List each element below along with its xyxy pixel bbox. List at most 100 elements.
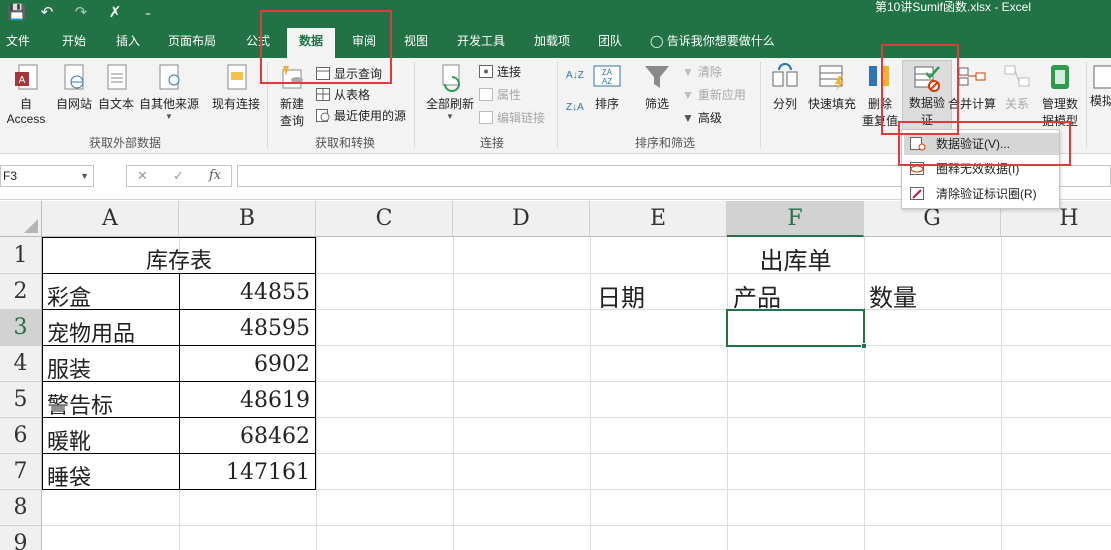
inventory-qty-cell[interactable]: 6902 (180, 352, 315, 377)
undo-icon[interactable]: ↶ (36, 0, 58, 28)
connections-button[interactable]: 连接 (479, 62, 521, 82)
active-cell-f3[interactable] (726, 309, 867, 349)
tab-page-layout[interactable]: 页面布局 (161, 28, 223, 58)
enter-icon[interactable]: ✓ (173, 166, 184, 186)
inventory-name-cell[interactable]: 彩盒 (47, 280, 91, 312)
inventory-title-cell[interactable]: 库存表 (42, 243, 316, 275)
redo-icon[interactable]: ↷ (70, 0, 92, 28)
menu-item-data-validation[interactable]: 数据验证(V)... (904, 133, 1059, 155)
column-header-b[interactable]: B (179, 201, 316, 237)
relationships-button[interactable]: 关系 (1000, 62, 1034, 112)
cancel-icon[interactable]: ✕ (137, 166, 148, 186)
row-header-7[interactable]: 7 (0, 454, 42, 490)
column-header-f[interactable]: F (727, 201, 864, 237)
name-box[interactable]: F3 ▼ (0, 165, 94, 187)
text-to-columns-button[interactable]: 分列 (768, 62, 802, 112)
tab-addins[interactable]: 加载项 (528, 28, 576, 58)
sort-ascending-icon[interactable]: A↓Z (566, 66, 584, 86)
row-header-1[interactable]: 1 (0, 237, 42, 274)
data-validation-button[interactable]: 数据验 证 (902, 60, 952, 132)
tab-team[interactable]: 团队 (592, 28, 628, 58)
tab-data[interactable]: 数据 (287, 28, 335, 58)
table-border (42, 237, 316, 238)
column-header-e[interactable]: E (590, 201, 727, 237)
existing-connections-button[interactable]: 现有连接 (210, 62, 262, 112)
menu-item-circle-invalid-data[interactable]: 圈释无效数据(I) (904, 158, 1059, 180)
properties-button[interactable]: 属性 (479, 85, 521, 105)
row-header-9[interactable]: 9 (0, 526, 42, 550)
row-header-2[interactable]: 2 (0, 274, 42, 310)
column-header-a[interactable]: A (42, 201, 179, 237)
from-access-button[interactable]: A 自 Access (0, 62, 52, 126)
outbound-title-cell[interactable]: 出库单 (727, 241, 864, 276)
inventory-name-cell[interactable]: 宠物用品 (47, 316, 135, 348)
refresh-all-button[interactable]: 全部刷新 ▼ (424, 62, 476, 121)
clear-filter-label: 清除 (697, 65, 722, 79)
access-icon: A (15, 64, 38, 90)
row-header-4[interactable]: 4 (0, 346, 42, 382)
column-header-c[interactable]: C (316, 201, 453, 237)
inventory-qty-cell[interactable]: 68462 (180, 424, 315, 449)
remove-duplicates-button[interactable]: 删除 重复值 (860, 62, 900, 129)
custom-command-icon[interactable]: ✗ (104, 0, 126, 28)
tab-developer[interactable]: 开发工具 (450, 28, 512, 58)
text-to-columns-label: 分列 (772, 97, 797, 111)
tab-insert[interactable]: 插入 (108, 28, 148, 58)
tab-file[interactable]: 文件 (0, 28, 36, 58)
clear-filter-button[interactable]: ▼ 清除 (682, 62, 722, 82)
tab-formulas[interactable]: 公式 (238, 28, 278, 58)
show-queries-button[interactable]: 显示查询 (316, 64, 382, 84)
edit-links-button[interactable]: 编辑链接 (479, 108, 545, 128)
chevron-down-icon[interactable]: ▼ (80, 166, 89, 186)
menu-item-clear-validation-circles[interactable]: 清除验证标识圈(R) (904, 183, 1059, 205)
recent-sources-button[interactable]: 最近使用的源 (316, 106, 406, 126)
fill-handle[interactable] (861, 343, 867, 349)
insert-function-icon[interactable]: fx (209, 166, 221, 186)
reapply-label: 重新应用 (697, 88, 746, 102)
outbound-header-quantity[interactable]: 数量 (869, 278, 917, 313)
tab-review[interactable]: 审阅 (344, 28, 384, 58)
inventory-qty-cell[interactable]: 48619 (180, 388, 315, 413)
advanced-filter-button[interactable]: ▼ 高级 (682, 108, 722, 128)
inventory-name-cell[interactable]: 暖靴 (47, 424, 91, 456)
inventory-name-cell[interactable]: 服装 (47, 352, 91, 384)
tab-view[interactable]: 视图 (396, 28, 436, 58)
column-header-d[interactable]: D (453, 201, 590, 237)
tell-me-search[interactable]: ◯ 告诉我你想要做什么 (650, 28, 790, 58)
outbound-header-date[interactable]: 日期 (597, 278, 645, 313)
select-all-button[interactable] (0, 201, 42, 237)
inventory-qty-cell[interactable]: 44855 (180, 280, 315, 305)
new-query-button[interactable]: 新建 查询 (272, 62, 312, 129)
inventory-name-cell[interactable]: 睡袋 (47, 460, 91, 492)
row-header-5[interactable]: 5 (0, 382, 42, 418)
advanced-filter-icon: ▼ (682, 111, 694, 125)
text-to-columns-icon (772, 63, 798, 87)
circle-invalid-icon (910, 162, 924, 175)
tab-home[interactable]: 开始 (54, 28, 94, 58)
inventory-qty-cell[interactable]: 147161 (180, 460, 315, 485)
consolidate-button[interactable]: 合并计算 (946, 62, 998, 112)
manage-data-model-label-2: 据模型 (1041, 114, 1078, 128)
from-text-button[interactable]: 自文本 (96, 62, 136, 112)
what-if-analysis-button[interactable]: 模拟 (1090, 62, 1111, 109)
sort-button[interactable]: ZA AZ 排序 (590, 62, 624, 112)
reapply-button[interactable]: ▼ 重新应用 (682, 85, 746, 105)
new-query-label-1: 新建 (279, 97, 304, 111)
from-other-sources-button[interactable]: 自其他来源 ▼ (137, 62, 201, 121)
gridline (864, 237, 865, 550)
sort-descending-icon[interactable]: Z↓A (566, 98, 584, 118)
inventory-qty-cell[interactable]: 48595 (180, 316, 315, 341)
grid-icon (316, 88, 330, 101)
flash-fill-button[interactable]: 快速填充 (806, 62, 858, 112)
inventory-name-cell[interactable]: 警告标 (47, 388, 113, 420)
from-table-button[interactable]: 从表格 (316, 85, 370, 105)
save-icon[interactable]: 💾 (6, 0, 28, 28)
row-header-3[interactable]: 3 (0, 310, 42, 346)
customize-toolbar-icon[interactable]: ₌ (140, 0, 156, 28)
filter-button[interactable]: 筛选 (640, 62, 674, 112)
outbound-header-product[interactable]: 产品 (733, 278, 781, 313)
manage-data-model-button[interactable]: 管理数 据模型 (1036, 62, 1084, 129)
row-header-6[interactable]: 6 (0, 418, 42, 454)
row-header-8[interactable]: 8 (0, 490, 42, 526)
from-web-button[interactable]: 自网站 (54, 62, 94, 112)
